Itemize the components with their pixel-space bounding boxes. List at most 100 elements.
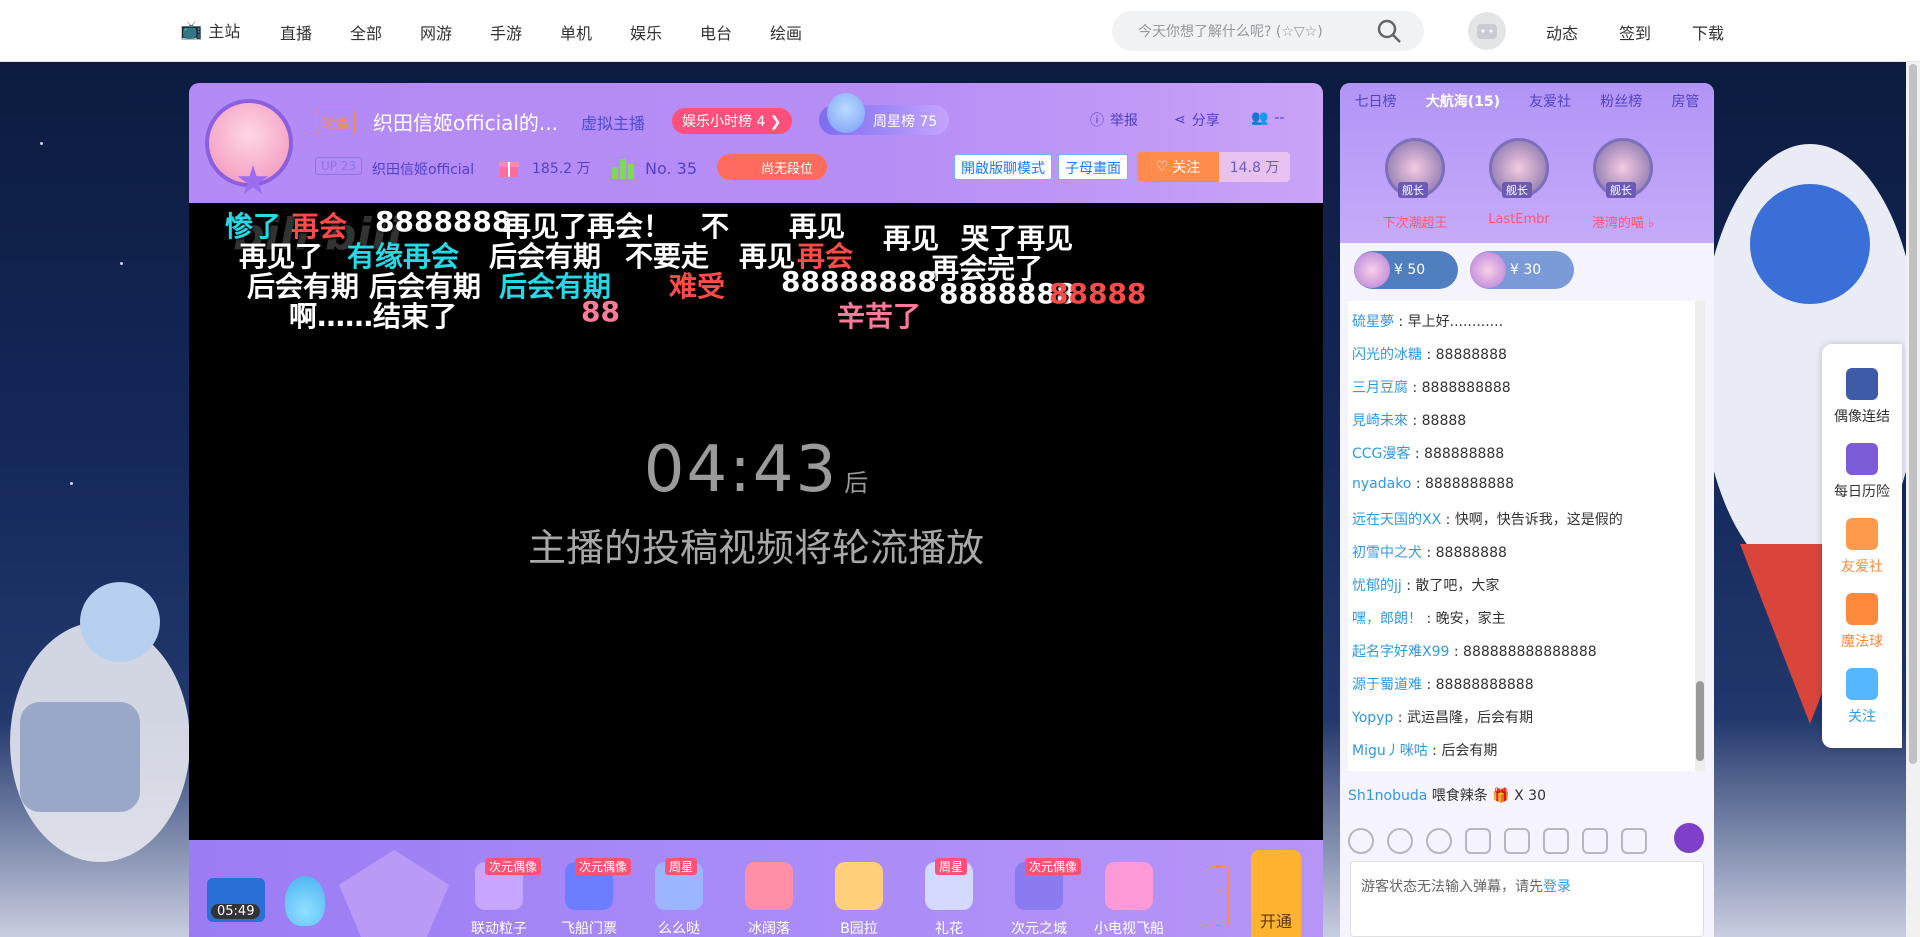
chat-username[interactable]: CCG漫客 bbox=[1352, 446, 1410, 462]
guard-member[interactable]: 舰长 LastEmbr bbox=[1474, 138, 1564, 227]
nav-link[interactable]: 单机 bbox=[560, 20, 630, 44]
nav-link[interactable]: 全部 bbox=[350, 20, 420, 44]
side-tab[interactable]: 七日榜 bbox=[1355, 91, 1397, 111]
page-scrollbar-thumb[interactable] bbox=[1909, 64, 1917, 764]
home-link[interactable]: 📺 主站 bbox=[180, 18, 240, 42]
chat-separator: : bbox=[1401, 578, 1416, 594]
quick-item[interactable]: 魔法球 bbox=[1822, 593, 1902, 651]
up-name[interactable]: 织田信姬official bbox=[372, 159, 474, 179]
daily-adventure-icon bbox=[1846, 443, 1878, 475]
gift-item[interactable]: B园拉 bbox=[819, 862, 899, 937]
mobile-icon[interactable] bbox=[1504, 828, 1530, 854]
pip-button[interactable]: 子母畫面 bbox=[1058, 154, 1128, 180]
share-button[interactable]: ⋖ 分享 bbox=[1174, 110, 1220, 130]
open-vip-button[interactable]: 开通 bbox=[1251, 850, 1301, 937]
chat-username[interactable]: 闪光的冰糖 bbox=[1352, 347, 1422, 363]
video-player[interactable]: bili bili 惨了 再会 8888888 再见了再会！不再见 再见 哭了再见 再见了有… bbox=[189, 203, 1323, 840]
guard-member[interactable]: 舰长 下次潮超王 bbox=[1370, 138, 1460, 231]
top-gift-user-1[interactable]: ¥ 50 bbox=[1354, 251, 1458, 289]
gift-icon bbox=[1105, 862, 1153, 910]
guard-member[interactable]: 舰长 港湾的喵 ♭ bbox=[1578, 138, 1668, 231]
gift-name: 次元之城 bbox=[1011, 921, 1067, 937]
quick-item[interactable]: 每日历险 bbox=[1822, 443, 1902, 501]
scrollbar-thumb[interactable] bbox=[1696, 681, 1704, 761]
emoji-icon[interactable] bbox=[1348, 828, 1374, 854]
gift-name: 飞船门票 bbox=[561, 921, 617, 937]
potion-icon[interactable] bbox=[285, 876, 325, 926]
chat-scrollbar[interactable] bbox=[1695, 301, 1705, 771]
chat-text: 888888888 bbox=[1424, 446, 1505, 462]
side-tab[interactable]: 房管 bbox=[1671, 91, 1699, 111]
search-icon[interactable] bbox=[1376, 18, 1402, 44]
gift-item[interactable]: 次元偶像 联动粒子 bbox=[459, 858, 542, 937]
chat-username[interactable]: 初雪中之犬 bbox=[1352, 545, 1422, 561]
chat-username[interactable]: 起名字好难X99 bbox=[1352, 644, 1449, 660]
quick-sidebar: 偶像连结每日历险友爱社魔法球关注 bbox=[1822, 344, 1902, 748]
user-avatar[interactable] bbox=[1468, 12, 1506, 50]
search-input[interactable]: 今天你想了解什么呢? (☆▽☆) bbox=[1138, 21, 1323, 41]
chat-username[interactable]: 嘿，郎朗！ bbox=[1352, 611, 1422, 627]
nav-right-link[interactable]: 下载 bbox=[1692, 20, 1765, 44]
chat-username[interactable]: 源于蜀道难 bbox=[1352, 677, 1422, 693]
hour-rank-badge[interactable]: 娱乐小时榜 4 ❯ bbox=[672, 108, 792, 134]
rank-tier-badge[interactable]: 尚无段位 bbox=[717, 154, 827, 180]
clean-icon[interactable] bbox=[1465, 828, 1491, 854]
follow-button[interactable]: ♡ 关注 14.8 万 bbox=[1137, 152, 1290, 182]
danmaku-input[interactable]: 游客状态无法输入弹幕，请先登录 bbox=[1350, 861, 1704, 937]
screen-icon[interactable] bbox=[1543, 828, 1569, 854]
quick-item[interactable]: 友爱社 bbox=[1822, 518, 1902, 576]
nav-link[interactable]: 网游 bbox=[420, 20, 490, 44]
scroll-up-button[interactable]: ⌃ bbox=[1209, 866, 1229, 926]
week-star-badge[interactable]: 周星榜 75 bbox=[819, 93, 949, 135]
chat-username[interactable]: 硫星夢 bbox=[1352, 314, 1394, 330]
streamer-avatar[interactable] bbox=[205, 99, 293, 195]
treasure-box[interactable]: 05:49 bbox=[207, 878, 265, 922]
page-scrollbar[interactable] bbox=[1906, 62, 1920, 937]
chat-text: 武运昌隆，后会有期 bbox=[1406, 710, 1533, 726]
gift-item[interactable]: 周星 么么哒 bbox=[639, 858, 719, 937]
gift-item[interactable]: 次元偶像 次元之城 bbox=[999, 858, 1082, 937]
side-tab[interactable]: 粉丝榜 bbox=[1600, 91, 1642, 111]
quick-item[interactable]: 关注 bbox=[1822, 668, 1902, 726]
chat-separator: : bbox=[1427, 743, 1442, 759]
settings-icon[interactable] bbox=[1621, 828, 1647, 854]
nav-link[interactable]: 电台 bbox=[700, 20, 770, 44]
chat-username[interactable]: 見崎未來 bbox=[1352, 413, 1408, 429]
gift-item[interactable]: 次元偶像 飞船门票 bbox=[549, 858, 632, 937]
chat-message: 硫星夢 : 早上好............ bbox=[1352, 311, 1503, 331]
side-tab[interactable]: 大航海(15) bbox=[1426, 91, 1500, 111]
gift-item[interactable]: 周星 礼花 bbox=[909, 858, 989, 937]
quick-item[interactable]: 偶像连结 bbox=[1822, 368, 1902, 426]
search-box[interactable]: 今天你想了解什么呢? (☆▽☆) bbox=[1112, 11, 1424, 51]
danmaku-chat-mode-button[interactable]: 開啟版聊模式 bbox=[954, 154, 1052, 180]
nav-link[interactable]: 直播 bbox=[280, 20, 350, 44]
rank-number[interactable]: No. 35 bbox=[611, 157, 697, 179]
nav-right-link[interactable]: 动态 bbox=[1546, 20, 1619, 44]
nav-link[interactable]: 娱乐 bbox=[630, 20, 700, 44]
side-tab[interactable]: 友爱社 bbox=[1529, 91, 1571, 111]
chat-username[interactable]: Yopyp bbox=[1352, 710, 1393, 726]
edit-icon[interactable] bbox=[1582, 828, 1608, 854]
danmaku-comment: 8888888 bbox=[375, 205, 512, 238]
chat-bubble-icon[interactable] bbox=[1674, 823, 1704, 853]
chat-text: 88888888 bbox=[1435, 347, 1507, 363]
chat-username[interactable]: 三月豆腐 bbox=[1352, 380, 1408, 396]
nav-right-link[interactable]: 签到 bbox=[1619, 20, 1692, 44]
user-avatar bbox=[1470, 252, 1506, 288]
block-icon[interactable] bbox=[1426, 828, 1452, 854]
chat-username[interactable]: Migu丿咪咕 bbox=[1352, 743, 1428, 759]
top-gift-user-2[interactable]: ¥ 30 bbox=[1470, 251, 1574, 289]
chat-username[interactable]: 忧郁的jj bbox=[1352, 578, 1402, 594]
palette-icon[interactable] bbox=[1387, 828, 1413, 854]
nav-link[interactable]: 手游 bbox=[490, 20, 560, 44]
gift-item[interactable]: 小电视飞船 bbox=[1089, 862, 1169, 937]
gift-item[interactable]: 冰阔落 bbox=[729, 862, 809, 937]
report-button[interactable]: ⓘ 举报 bbox=[1090, 110, 1138, 130]
room-category[interactable]: 虚拟主播 bbox=[581, 110, 645, 134]
login-link[interactable]: 登录 bbox=[1543, 879, 1571, 895]
chat-username[interactable]: nyadako bbox=[1352, 476, 1411, 492]
countdown-time: 04:43 bbox=[643, 433, 839, 507]
chat-username[interactable]: 远在天国的XX bbox=[1352, 512, 1441, 528]
gift-name: 么么哒 bbox=[658, 921, 700, 937]
nav-link[interactable]: 绘画 bbox=[770, 20, 840, 44]
